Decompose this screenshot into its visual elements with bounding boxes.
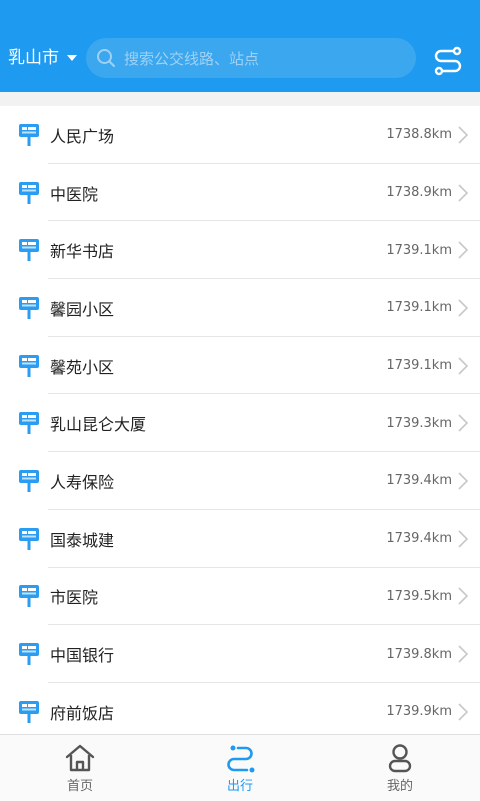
list-item[interactable]: 中国银行 1739.8km <box>0 625 480 683</box>
bus-stop-icon <box>19 469 39 492</box>
stop-name: 中医院 <box>50 184 99 204</box>
search-placeholder: 搜索公交线路、站点 <box>124 49 260 68</box>
tab-mine-label: 我的 <box>386 778 413 794</box>
list-item[interactable]: 市医院 1739.5km <box>0 568 480 626</box>
stop-distance: 1739.1km <box>386 300 452 316</box>
home-icon <box>65 744 95 771</box>
search-input[interactable]: 搜索公交线路、站点 <box>86 38 416 78</box>
chevron-right-icon <box>458 299 469 317</box>
bus-stop-icon <box>19 412 39 435</box>
nearby-stops-list: 人民广场 1738.8km 中医院 1738.9km 新华书店 1739.1km <box>0 106 480 734</box>
stop-distance: 1739.3km <box>386 415 452 431</box>
list-item[interactable]: 人民广场 1738.8km <box>0 106 480 164</box>
bus-stop-icon <box>19 181 39 204</box>
bus-stop-icon <box>19 123 39 146</box>
tab-home[interactable]: 首页 <box>0 735 160 801</box>
search-icon <box>97 49 115 67</box>
bus-stop-icon <box>19 354 39 377</box>
stop-name: 馨园小区 <box>50 299 115 319</box>
list-item[interactable]: 府前饭店 1739.9km <box>0 683 480 734</box>
user-icon <box>388 743 412 772</box>
bus-stop-icon <box>19 527 39 550</box>
chevron-right-icon <box>458 703 469 721</box>
stop-distance: 1739.5km <box>386 588 452 604</box>
tab-mine[interactable]: 我的 <box>320 735 480 801</box>
stop-name: 新华书店 <box>50 242 115 262</box>
stop-distance: 1739.4km <box>386 473 452 489</box>
chevron-right-icon <box>458 357 469 375</box>
stop-name: 国泰城建 <box>50 530 115 550</box>
bus-stop-icon <box>19 239 39 262</box>
chevron-right-icon <box>458 126 469 144</box>
stop-name: 市医院 <box>50 588 99 608</box>
list-item[interactable]: 新华书店 1739.1km <box>0 221 480 280</box>
list-item[interactable]: 中医院 1738.9km <box>0 164 480 222</box>
list-item[interactable]: 馨园小区 1739.1km <box>0 279 480 337</box>
chevron-right-icon <box>458 472 469 490</box>
stop-name: 馨苑小区 <box>50 357 115 377</box>
stop-distance: 1739.1km <box>386 358 452 374</box>
list-item[interactable]: 馨苑小区 1739.1km <box>0 337 480 395</box>
chevron-down-icon <box>67 55 77 61</box>
stop-name: 中国银行 <box>50 646 115 666</box>
stop-distance: 1739.9km <box>386 704 452 720</box>
route-plan-icon[interactable] <box>432 44 464 76</box>
city-selector[interactable]: 乳山市 <box>8 46 77 70</box>
stop-distance: 1738.9km <box>386 185 452 201</box>
tab-travel-label: 出行 <box>226 778 253 794</box>
chevron-right-icon <box>458 414 469 432</box>
stop-name: 人民广场 <box>50 126 115 146</box>
bus-stop-icon <box>19 643 39 666</box>
stop-name: 府前饭店 <box>50 703 115 723</box>
chevron-right-icon <box>458 645 469 663</box>
list-item[interactable]: 乳山昆仑大厦 1739.3km <box>0 394 480 453</box>
bus-stop-icon <box>19 585 39 608</box>
chevron-right-icon <box>458 241 469 259</box>
bus-stop-icon <box>19 700 39 723</box>
stop-distance: 1739.8km <box>386 646 452 662</box>
chevron-right-icon <box>458 587 469 605</box>
tab-home-label: 首页 <box>66 778 93 794</box>
list-item[interactable]: 国泰城建 1739.4km <box>0 510 480 568</box>
stop-distance: 1739.4km <box>386 531 452 547</box>
stop-distance: 1739.1km <box>386 242 452 258</box>
bus-stop-icon <box>19 296 39 319</box>
tab-travel[interactable]: 出行 <box>160 735 320 801</box>
stop-name: 人寿保险 <box>50 472 115 492</box>
stop-distance: 1738.8km <box>386 127 452 143</box>
chevron-right-icon <box>458 183 469 202</box>
city-label: 乳山市 <box>8 48 59 68</box>
chevron-right-icon <box>458 530 469 548</box>
app-header: 乳山市 搜索公交线路、站点 <box>0 0 480 92</box>
stop-name: 乳山昆仑大厦 <box>50 415 147 435</box>
list-item[interactable]: 人寿保险 1739.4km <box>0 452 480 510</box>
bottom-nav: 首页 出行 我的 <box>0 734 480 801</box>
route-icon <box>227 745 255 772</box>
